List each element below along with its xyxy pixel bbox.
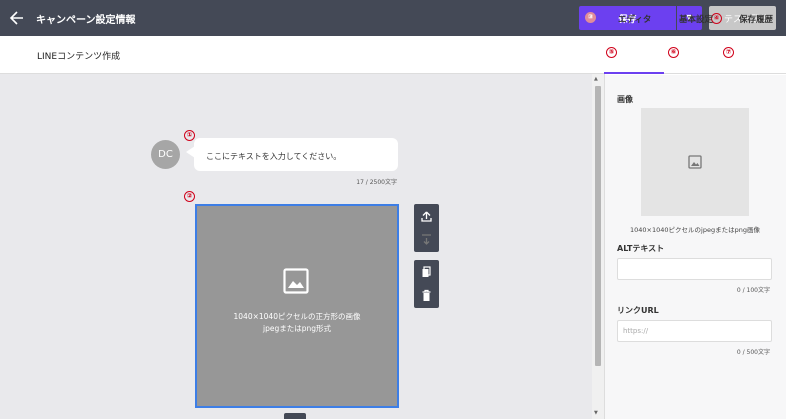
link-url-counter: 0 / 500文字 — [736, 349, 770, 356]
image-format-text: jpegまたはpng形式 — [263, 324, 331, 333]
page-title: キャンペーン設定情報 — [36, 15, 136, 26]
message-text[interactable]: ここにテキストを入力してください。 — [206, 151, 341, 162]
link-url-placeholder: https:// — [623, 327, 649, 335]
alt-text-label: ALTテキスト — [617, 244, 665, 253]
image-spec-text: 1040×1040ピクセルの正方形の画像 — [233, 312, 361, 321]
annotation-2: ② — [184, 191, 195, 202]
annotation-7: ⑦ — [723, 47, 734, 58]
annotation-1: ① — [184, 130, 195, 141]
image-caption: 1040×1040ピクセルのjpegまたはpng画像 — [630, 226, 760, 234]
alt-text-input[interactable] — [617, 258, 772, 280]
panel-tabs — [604, 36, 786, 74]
back-arrow-icon[interactable] — [9, 9, 25, 27]
edit-toolbar — [414, 260, 439, 308]
tab-basic-settings[interactable]: 基本設定 — [679, 13, 713, 25]
trash-icon[interactable] — [414, 284, 439, 308]
add-block-handle[interactable] — [284, 413, 306, 419]
tab-save-history[interactable]: 保存履歴 — [739, 13, 773, 25]
annotation-5: ⑤ — [606, 47, 617, 58]
link-url-label: リンクURL — [617, 306, 659, 315]
alt-text-counter: 0 / 100文字 — [736, 287, 770, 294]
move-down-icon[interactable] — [414, 228, 439, 252]
image-placeholder-icon — [283, 268, 309, 294]
scrollbar-thumb[interactable] — [595, 86, 601, 366]
annotation-6: ⑥ — [668, 47, 679, 58]
move-toolbar — [414, 204, 439, 252]
move-up-icon[interactable] — [414, 204, 439, 228]
copy-icon[interactable] — [414, 260, 439, 284]
active-tab-indicator — [604, 72, 664, 74]
image-icon — [688, 155, 702, 169]
image-field-label: 画像 — [617, 95, 633, 104]
tab-editor[interactable]: エディタ — [618, 13, 651, 25]
scroll-down-icon[interactable]: ▼ — [594, 410, 598, 416]
scroll-up-icon[interactable]: ▲ — [594, 76, 598, 82]
message-char-count: 17 / 2500文字 — [356, 179, 397, 186]
content-title: LINEコンテンツ作成 — [37, 52, 121, 62]
content-header: LINEコンテンツ作成 — [0, 36, 604, 74]
link-url-input[interactable]: https:// — [617, 320, 772, 342]
avatar: DC — [151, 140, 180, 169]
image-message-block[interactable] — [195, 204, 399, 408]
